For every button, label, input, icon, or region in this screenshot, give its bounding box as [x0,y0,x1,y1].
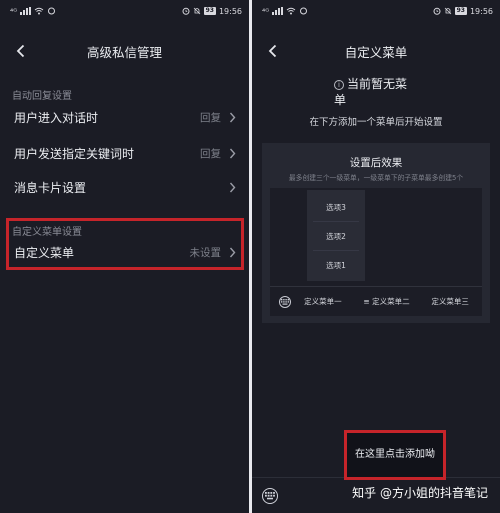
row-message-card[interactable]: 消息卡片设置 [0,170,249,204]
back-button[interactable] [12,41,28,61]
clock: 19:56 [218,6,242,16]
battery-icon: 93 [454,7,467,15]
submenu-item: 选项2 [326,232,346,241]
phone-screen-right: ⁴ᴳ 93 19:56 自定义菜单 i 当前暂无菜 单 在下方添加一个菜单后开始… [252,0,500,513]
carrier-label: ⁴ᴳ [10,6,18,16]
nav-bar: 高级私信管理 [0,36,249,66]
mute-icon [444,7,451,15]
back-arrow-icon [16,44,24,58]
battery-icon: 93 [203,7,216,15]
empty-state-title: 当前暂无菜 [347,76,407,92]
keyboard-icon[interactable] [262,487,278,504]
page-title: 高级私信管理 [86,44,162,60]
signal-icon [20,7,32,15]
app-notification-icon [300,7,308,15]
wifi-icon [34,7,44,15]
mute-icon [193,7,200,15]
alarm-icon [433,7,441,15]
preview-panel: 设置后效果 最多创建三个一级菜单，一级菜单下的子菜单最多创建5个 选项3 选项2… [262,143,490,323]
watermark: 知乎 @方小姐的抖音笔记 [352,486,488,500]
chevron-right-icon [227,146,237,160]
alarm-icon [182,7,190,15]
submenu-item: 选项1 [326,261,346,270]
back-arrow-icon [268,44,276,58]
chevron-right-icon [227,180,237,194]
row-value: 回复 [200,147,221,160]
row-value: 回复 [200,111,221,124]
row-enter-conversation[interactable]: 用户进入对话时 回复 [0,100,249,134]
keyboard-icon [279,295,291,308]
carrier-label: ⁴ᴳ [262,6,270,16]
status-bar: ⁴ᴳ 93 19:56 [0,0,249,22]
app-notification-icon [48,7,56,15]
submenu-item: 选项3 [326,203,346,212]
empty-state-subtitle: 在下方添加一个菜单后开始设置 [309,117,443,128]
nav-bar: 自定义菜单 [252,36,500,66]
row-keyword-reply[interactable]: 用户发送指定关键词时 回复 [0,136,249,170]
phone-screen-left: ⁴ᴳ 93 19:56 高级私信管理 自动回复设置 用户进入对话时 回复 用户发… [0,0,249,513]
chevron-right-icon [227,110,237,124]
status-bar: ⁴ᴳ 93 19:56 [252,0,500,22]
menu-tab: ≡ 定义菜单二 [363,297,410,306]
empty-title-line1: 当前暂无菜 [347,77,408,91]
clock: 19:56 [469,6,493,16]
highlight-box [6,218,244,270]
info-icon: i [334,80,344,90]
add-menu-button[interactable]: 在这里点击添加呦 [344,430,446,480]
back-button[interactable] [264,41,280,61]
submenu-popup: 选项3 选项2 选项1 [307,190,365,281]
signal-icon [272,7,284,15]
row-label: 用户发送指定关键词时 [14,146,135,161]
menu-preview-mock: 选项3 选项2 选项1 定义菜单一 ≡ 定义菜单二 定义菜单三 [270,188,482,316]
wifi-icon [286,7,296,15]
menu-tab: 定义菜单三 [431,297,469,306]
empty-state-title-wrap: 单 [334,92,346,108]
row-label: 用户进入对话时 [14,110,99,125]
preview-subtitle: 最多创建三个一级菜单，一级菜单下的子菜单最多创建5个 [288,174,464,182]
page-title: 自定义菜单 [344,44,408,60]
preview-title: 设置后效果 [349,157,403,169]
empty-title-line2: 单 [334,93,347,107]
menu-preview-bar: 定义菜单一 ≡ 定义菜单二 定义菜单三 [270,286,482,316]
menu-tab: 定义菜单一 [304,297,342,306]
row-label: 消息卡片设置 [14,180,87,195]
